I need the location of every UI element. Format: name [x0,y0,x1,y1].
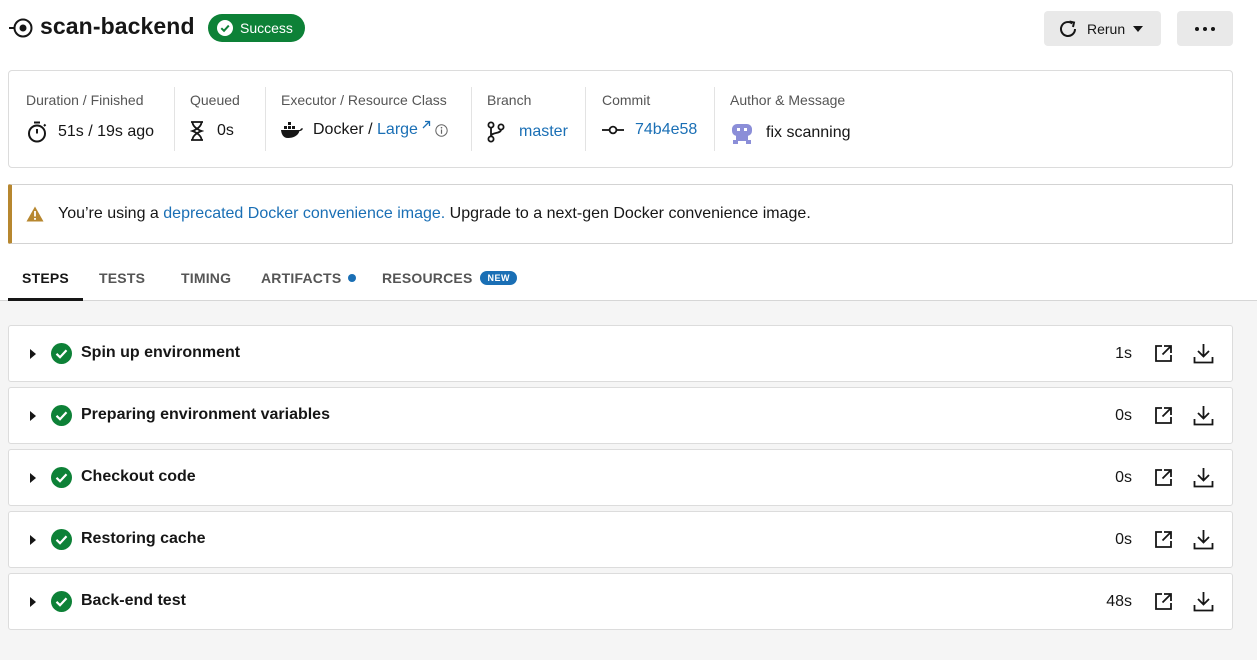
docker-icon [281,122,303,138]
rerun-label: Rerun [1087,20,1126,37]
tab-label: TIMING [181,269,232,286]
avatar [732,124,752,144]
branch-value-row: master [487,121,568,143]
duration-value-row: 51s / 19s ago [26,121,154,143]
success-check-icon [51,343,72,364]
resource-class-link[interactable]: Large [377,121,418,139]
rerun-button[interactable]: Rerun [1044,11,1161,46]
hourglass-icon [190,121,204,141]
step-duration: 0s [1115,407,1132,424]
step-name: Back-end test [81,592,186,609]
executor-label: Executor / Resource Class [281,92,447,108]
open-in-new-icon[interactable] [1154,406,1173,425]
caret-right-icon[interactable] [30,349,36,359]
new-badge: NEW [480,270,517,285]
step-duration: 0s [1115,531,1132,548]
download-icon[interactable] [1193,591,1214,612]
page-title: scan-backend [40,13,195,39]
commit-link[interactable]: 74b4e58 [635,121,697,139]
refresh-icon [1060,20,1076,37]
caret-right-icon[interactable] [30,473,36,483]
warning-prefix: You’re using a [58,205,164,222]
stopwatch-icon [28,121,47,143]
steps-list: Spin up environment 1s Preparing environ… [0,301,1257,660]
step-row[interactable]: Restoring cache 0s [8,511,1233,568]
success-check-icon [51,467,72,488]
status-label: Success [240,20,293,36]
queued-value: 0s [217,122,234,139]
open-in-new-icon[interactable] [1154,468,1173,487]
divider [471,87,472,151]
queued-value-row: 0s [190,121,234,141]
step-row[interactable]: Spin up environment 1s [8,325,1233,382]
deprecation-warning: You’re using a deprecated Docker conveni… [8,184,1233,244]
download-icon[interactable] [1193,529,1214,550]
step-row[interactable]: Checkout code 0s [8,449,1233,506]
job-header: scan-backend Success Rerun [0,0,1257,60]
tab-label: STEPS [22,270,69,286]
info-icon[interactable] [435,123,448,137]
success-check-icon [51,405,72,426]
notification-dot [348,273,357,282]
step-row[interactable]: Preparing environment variables 0s [8,387,1233,444]
step-name: Preparing environment variables [81,406,330,423]
executor-value-row: Docker / Large [281,120,448,139]
warning-suffix: Upgrade to a next-gen Docker convenience… [445,205,811,222]
step-name: Checkout code [81,468,196,485]
queued-label: Queued [190,92,240,108]
caret-right-icon[interactable] [30,411,36,421]
job-info-card: Duration / Finished 51s / 19s ago Queued… [8,70,1233,168]
step-duration: 48s [1106,593,1132,610]
tab-bar: STEPS TESTS TIMING ARTIFACTS RESOURCES N… [0,255,1257,301]
job-icon [9,18,33,38]
tab-timing[interactable]: TIMING [181,255,231,300]
divider [585,87,586,151]
divider [265,87,266,151]
tab-label: TESTS [99,269,146,286]
download-icon[interactable] [1193,343,1214,364]
branch-icon [487,121,505,143]
success-check-icon [51,591,72,612]
duration-value: 51s / 19s ago [58,123,155,140]
success-check-icon [51,529,72,550]
external-link-icon[interactable] [421,120,431,130]
open-in-new-icon[interactable] [1154,530,1173,549]
tab-tests[interactable]: TESTS [99,255,145,300]
author-value-row: fix scanning [730,121,851,145]
warning-icon [26,206,44,222]
executor-value: Docker / [313,121,378,138]
divider [174,87,175,151]
tab-label: RESOURCES [382,269,473,286]
status-badge: Success [208,14,305,42]
tab-steps[interactable]: STEPS [8,255,83,301]
duration-label: Duration / Finished [26,92,144,108]
commit-label: Commit [602,92,651,108]
tab-resources[interactable]: RESOURCES NEW [382,255,517,300]
step-duration: 0s [1115,469,1132,486]
step-name: Spin up environment [81,344,241,361]
step-row[interactable]: Back-end test 48s [8,573,1233,630]
step-name: Restoring cache [81,530,206,547]
commit-value-row: 74b4e58 [602,121,697,139]
step-duration: 1s [1115,345,1132,362]
deprecated-image-link[interactable]: deprecated Docker convenience image. [163,205,445,223]
check-circle-icon [217,20,233,36]
tab-artifacts[interactable]: ARTIFACTS [261,255,357,300]
open-in-new-icon[interactable] [1154,344,1173,363]
caret-right-icon[interactable] [30,597,36,607]
divider [714,87,715,151]
caret-right-icon[interactable] [30,535,36,545]
more-options-button[interactable] [1177,11,1233,46]
author-label: Author & Message [730,92,846,108]
tab-label: ARTIFACTS [261,269,342,286]
branch-label: Branch [487,92,532,108]
commit-message: fix scanning [766,124,851,141]
download-icon[interactable] [1193,405,1214,426]
open-in-new-icon[interactable] [1154,592,1173,611]
caret-down-icon [1133,25,1144,32]
download-icon[interactable] [1193,467,1214,488]
commit-icon [602,125,624,135]
branch-link[interactable]: master [519,123,568,141]
more-icon [1195,26,1215,31]
